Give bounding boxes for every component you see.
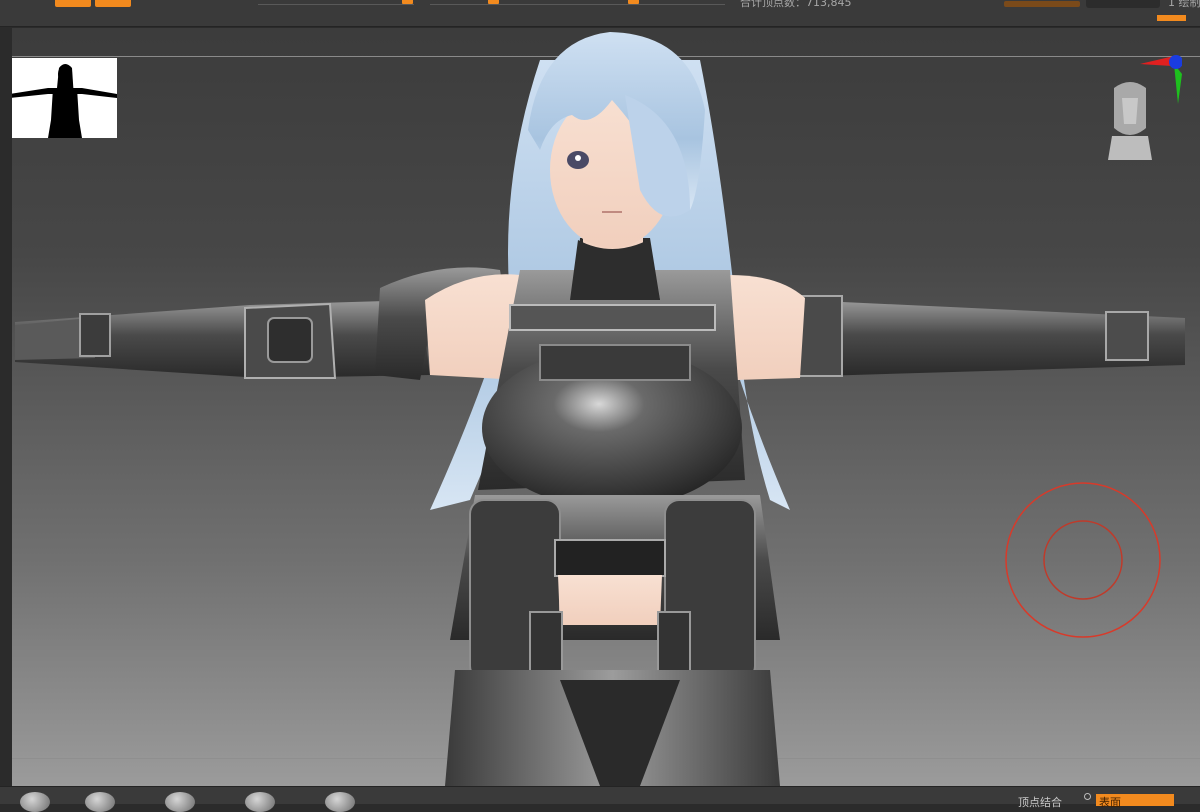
material-ball-icon[interactable] [325, 792, 355, 812]
material-ball-icon[interactable] [245, 792, 275, 812]
bottom-toolbar: 顶点结合 表面 [0, 786, 1200, 812]
slider-2-knob[interactable] [488, 0, 499, 4]
total-vertices-label: 合计顶点数：713,845 [740, 0, 852, 9]
draw-mode-label[interactable]: 1 绘制 [1168, 0, 1200, 10]
brush-cursor-icon [1005, 482, 1161, 638]
material-ball-icon[interactable] [20, 792, 50, 812]
slider-3-knob[interactable] [628, 0, 639, 4]
toolbar-button-2[interactable] [95, 0, 131, 7]
slider-1[interactable] [258, 0, 414, 5]
material-ball-icon[interactable] [85, 792, 115, 812]
slider-1-knob[interactable] [402, 0, 413, 4]
toolbar-field[interactable] [1086, 0, 1160, 8]
head-orientation-icon[interactable] [1108, 76, 1152, 160]
toolbar-accent-tab[interactable] [1157, 15, 1186, 21]
model-render[interactable] [12, 28, 1200, 786]
progress-bar [1004, 1, 1080, 7]
slider-3[interactable] [585, 0, 725, 5]
weld-vertices-label: 顶点结合 [1018, 796, 1062, 809]
surface-button[interactable]: 表面 [1096, 794, 1174, 809]
slider-2[interactable] [430, 0, 595, 5]
radio-icon[interactable] [1084, 793, 1091, 800]
top-toolbar: 合计顶点数：713,845 1 绘制 [0, 0, 1200, 27]
3d-viewport[interactable] [12, 28, 1200, 786]
material-ball-icon[interactable] [165, 792, 195, 812]
toolbar-button-1[interactable] [55, 0, 91, 7]
